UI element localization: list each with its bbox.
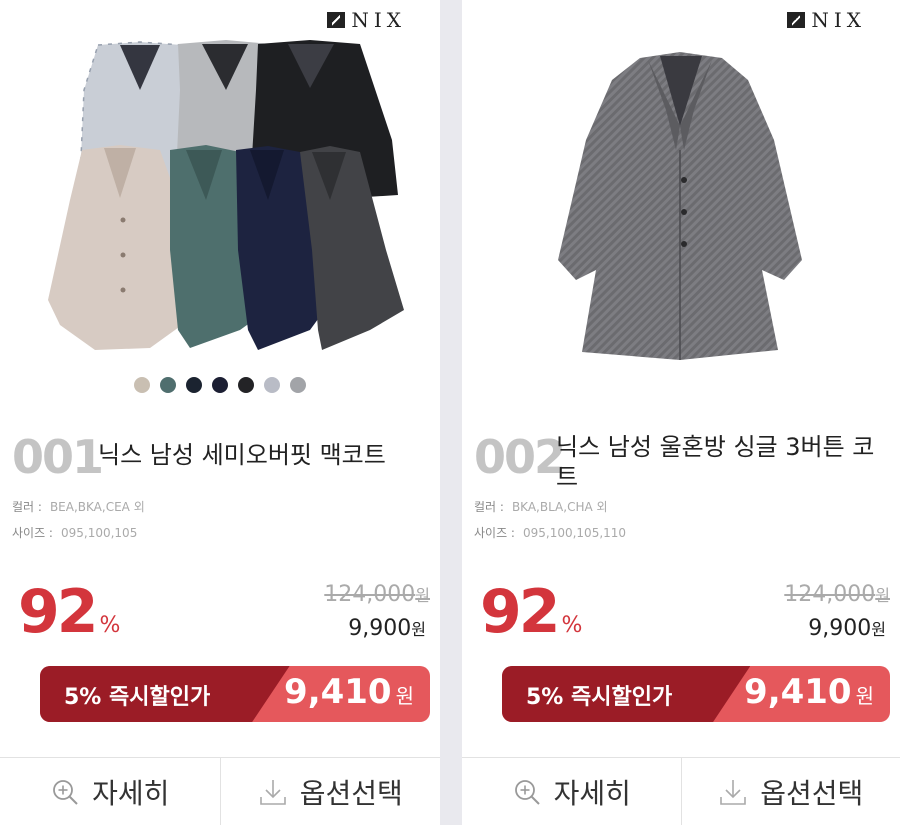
brand-mark-icon (327, 12, 346, 28)
discount-rate: 92% (480, 577, 583, 647)
size-spec: 사이즈 :095,100,105,110 (474, 526, 627, 540)
color-swatch[interactable] (212, 377, 228, 393)
product-card[interactable]: NIX 001 닉스 남성 세미오버핏 맥코트 컬러: BEA,BKA,CEA… (0, 0, 440, 825)
color-spec: 컬러 : BKA,BLA,CHA 외 (474, 500, 608, 514)
original-price: 124,000원 (324, 582, 430, 607)
instant-discount-price: 9,410 원 (284, 672, 414, 712)
size-spec: 사이즈 :095,100,105 (12, 526, 138, 540)
color-swatch[interactable] (160, 377, 176, 393)
detail-button[interactable]: 자세히 (462, 758, 681, 825)
product-card[interactable]: NIX 002 닉스 남성 울혼방 싱글 3버튼 코트 컬러 : BKA,BLA,… (462, 0, 900, 825)
download-icon (259, 780, 286, 805)
instant-discount-banner: 5% 즉시할인가 9,410 원 (502, 666, 890, 722)
coat-herringbone (558, 52, 802, 360)
card-actions: 자세히 옵션선택 (0, 757, 440, 825)
instant-discount-label: 5% 즉시할인가 (526, 685, 673, 710)
sale-price: 9,900원 (348, 616, 426, 641)
color-swatch[interactable] (238, 377, 254, 393)
discount-rate: 92% (18, 577, 121, 647)
brand-mark-icon (787, 12, 806, 28)
option-select-button[interactable]: 옵션선택 (219, 758, 441, 825)
sale-price: 9,900원 (808, 616, 886, 641)
product-number: 002 (474, 430, 566, 484)
detail-button[interactable]: 자세히 (0, 758, 220, 825)
color-swatch[interactable] (134, 377, 150, 393)
card-actions: 자세히 옵션선택 (462, 757, 900, 825)
download-icon (720, 780, 747, 805)
color-swatch[interactable] (186, 377, 202, 393)
zoom-in-icon (53, 780, 78, 805)
product-number: 001 (12, 430, 104, 484)
zoom-in-icon (514, 780, 540, 805)
option-select-button[interactable]: 옵션선택 (680, 758, 900, 825)
product-title[interactable]: 닉스 남성 울혼방 싱글 3버튼 코트 (556, 432, 888, 492)
color-swatches (0, 377, 440, 393)
brand-logo: NIX (787, 8, 866, 32)
product-image[interactable] (0, 30, 440, 375)
color-spec: 컬러 : BEA,BKA,CEA 외 (12, 500, 145, 514)
original-price: 124,000원 (784, 582, 890, 607)
instant-discount-banner: 5% 즉시할인가 9,410 원 (40, 666, 430, 722)
product-title[interactable]: 닉스 남성 세미오버핏 맥코트 (98, 440, 420, 470)
brand-logo: NIX (327, 8, 406, 32)
color-swatch[interactable] (290, 377, 306, 393)
color-swatch[interactable] (264, 377, 280, 393)
product-image[interactable] (462, 30, 900, 375)
instant-discount-price: 9,410 원 (744, 672, 874, 712)
instant-discount-label: 5% 즉시할인가 (64, 685, 211, 710)
